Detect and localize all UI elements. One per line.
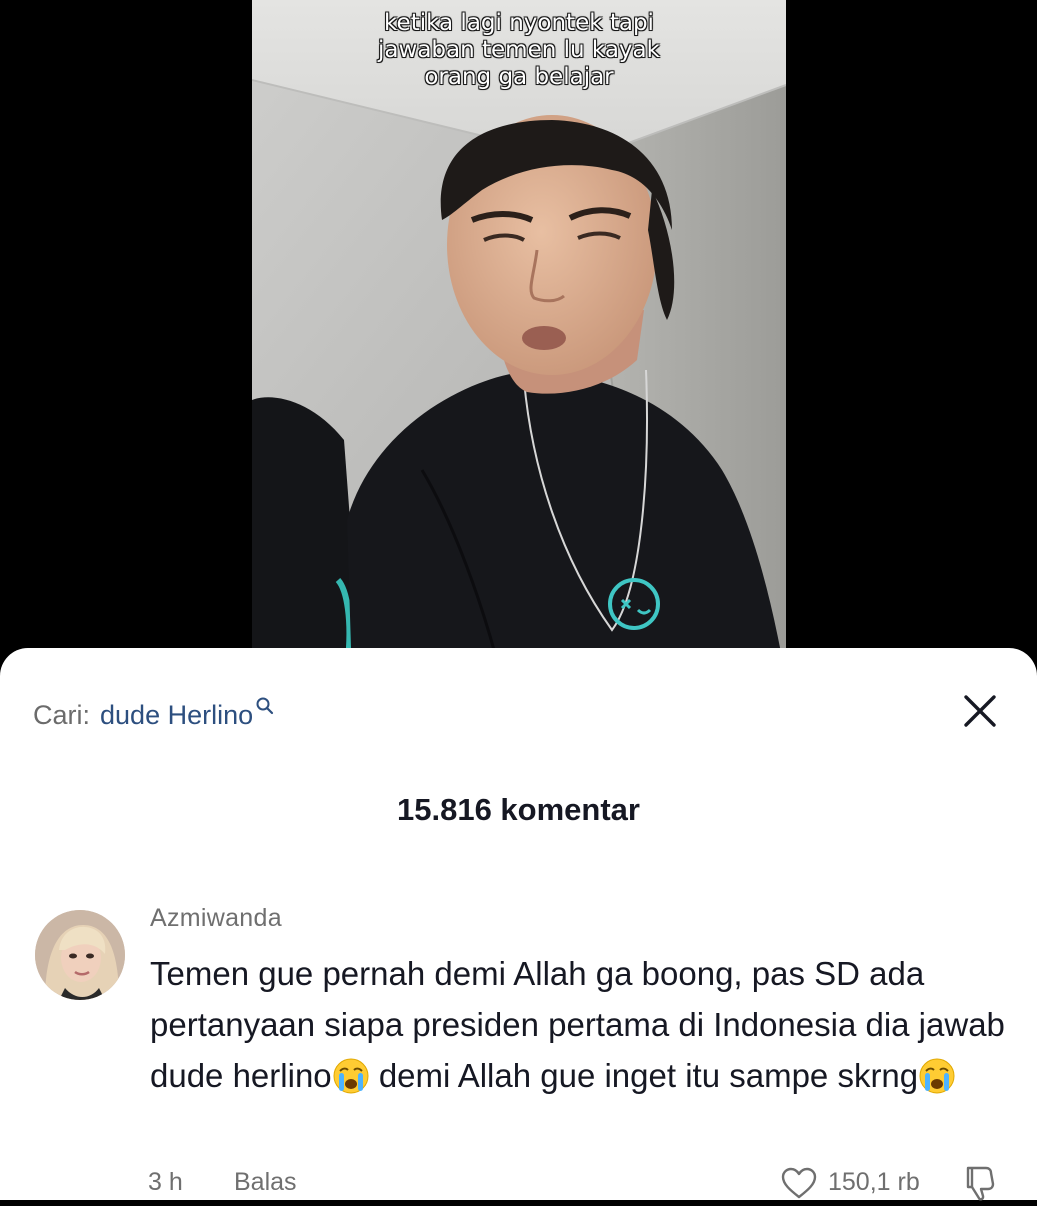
- video-still-image: [252, 0, 786, 680]
- comments-sheet: Cari: dude Herlino 15.816 komentar Azmiw…: [0, 648, 1037, 1201]
- search-icon: [256, 697, 274, 715]
- comment-meta: 3 h Balas 150,1 rb: [0, 1166, 1037, 1206]
- reply-button[interactable]: Balas: [234, 1168, 297, 1197]
- loudly-crying-face-icon: [919, 1058, 955, 1094]
- heart-icon[interactable]: [780, 1166, 818, 1200]
- search-label: Cari:: [33, 700, 91, 730]
- caption-line: ketika lagi nyontek tapi: [384, 10, 654, 36]
- caption-line: jawaban temen lu kayak: [378, 37, 660, 63]
- comment-timestamp: 3 h: [148, 1168, 183, 1196]
- avatar[interactable]: [35, 910, 125, 1000]
- comment-text-part: demi Allah gue inget itu sampe skrng: [369, 1057, 919, 1094]
- caption-line: orang ga belajar: [424, 64, 614, 90]
- video-player[interactable]: ketika lagi nyontek tapi jawaban temen l…: [0, 0, 1037, 680]
- comment-username[interactable]: Azmiwanda: [150, 904, 282, 933]
- loudly-crying-face-icon: [333, 1058, 369, 1094]
- like-count: 150,1 rb: [828, 1168, 920, 1196]
- video-caption: ketika lagi nyontek tapi jawaban temen l…: [252, 10, 786, 91]
- comment-text: Temen gue pernah demi Allah ga boong, pa…: [150, 948, 1010, 1101]
- search-query-link[interactable]: dude Herlino: [100, 700, 253, 731]
- dislike-icon[interactable]: [962, 1164, 998, 1202]
- close-icon[interactable]: [961, 692, 999, 730]
- search-suggestion[interactable]: Cari: dude Herlino: [33, 697, 275, 731]
- comment-count: 15.816 komentar: [397, 792, 640, 827]
- video-frame[interactable]: ketika lagi nyontek tapi jawaban temen l…: [252, 0, 786, 680]
- avatar-image: [35, 910, 125, 1000]
